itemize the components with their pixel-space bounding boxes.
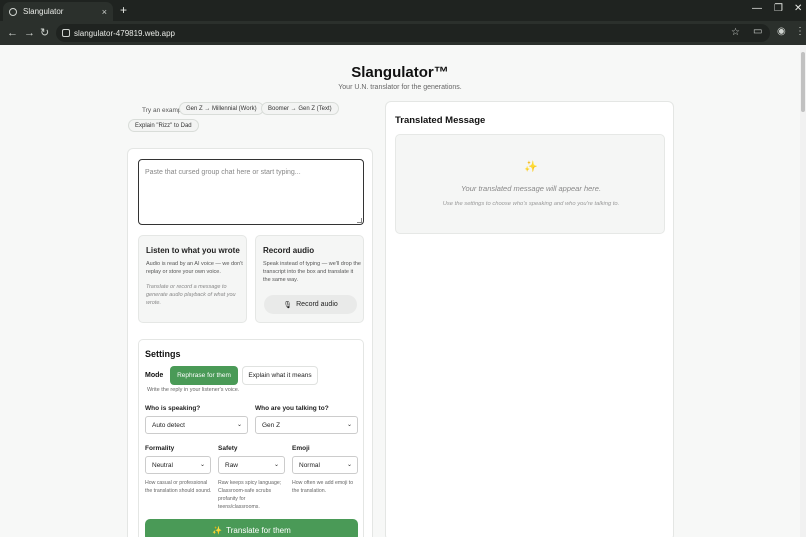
page-viewport: Slangulator™ Your U.N. translator for th… xyxy=(0,45,806,537)
record-body: Speak instead of typing — we'll drop the… xyxy=(263,261,361,283)
url-text: slangulator-479819.web.app xyxy=(74,28,175,38)
formality-help: How casual or professional the translati… xyxy=(145,480,212,494)
chevron-down-icon: ⌄ xyxy=(236,422,242,428)
new-tab-button[interactable]: + xyxy=(120,3,127,17)
forward-icon[interactable]: → xyxy=(24,26,35,40)
formality-select-value: Neutral xyxy=(152,461,173,469)
page-subtitle: Your U.N. translator for the generations… xyxy=(338,84,462,91)
scrollbar-thumb[interactable] xyxy=(801,52,805,112)
translate-button-label: Translate for them xyxy=(226,525,291,535)
example-chip-genz-millennial[interactable]: Gen Z → Millennial (Work) xyxy=(179,102,264,115)
page-title: Slangulator™ xyxy=(351,64,449,81)
safety-select-value: Raw xyxy=(225,461,239,469)
cast-icon[interactable]: ▭ xyxy=(753,26,762,37)
browser-tab[interactable]: Slangulator × xyxy=(3,2,113,21)
settings-title: Settings xyxy=(145,349,181,359)
microphone-icon: 🎙 xyxy=(283,301,293,309)
mode-rephrase-button[interactable]: Rephrase for them xyxy=(170,366,238,385)
emoji-select-value: Normal xyxy=(299,461,320,469)
mode-explain-button[interactable]: Explain what it means xyxy=(242,366,318,385)
address-bar-row: ← → ↻ slangulator-479819.web.app ☆ ▭ ◉ ⋮ xyxy=(0,21,806,45)
mode-help: Write the reply in your listener's voice… xyxy=(147,387,240,393)
chevron-down-icon: ⌄ xyxy=(273,462,279,468)
globe-icon xyxy=(9,7,17,16)
listener-label: Who are you talking to? xyxy=(255,405,329,412)
tab-title: Slangulator xyxy=(23,7,64,16)
record-title: Record audio xyxy=(263,246,315,255)
speaker-select-value: Auto detect xyxy=(152,421,185,429)
output-card: Translated Message ✨ Your translated mes… xyxy=(385,101,674,537)
chevron-down-icon: ⌄ xyxy=(346,462,352,468)
formality-select[interactable]: Neutral ⌄ xyxy=(145,456,211,474)
bookmark-star-icon[interactable]: ☆ xyxy=(731,27,740,38)
record-audio-label: Record audio xyxy=(296,301,338,308)
safety-label: Safety xyxy=(218,445,238,452)
safety-select[interactable]: Raw ⌄ xyxy=(218,456,285,474)
translate-button[interactable]: ✨ Translate for them xyxy=(145,519,358,537)
back-icon[interactable]: ← xyxy=(7,26,18,40)
message-input-placeholder: Paste that cursed group chat here or sta… xyxy=(145,169,301,176)
window-close-icon[interactable]: ✕ xyxy=(794,3,802,14)
site-info-icon[interactable] xyxy=(62,29,70,37)
chevron-down-icon: ⌄ xyxy=(199,462,205,468)
mode-label: Mode xyxy=(145,372,164,379)
emoji-label: Emoji xyxy=(292,445,310,452)
input-card: Paste that cursed group chat here or sta… xyxy=(127,148,373,537)
restore-icon[interactable]: ❐ xyxy=(774,3,783,14)
formality-label: Formality xyxy=(145,445,175,452)
settings-panel: Settings Mode Rephrase for them Explain … xyxy=(138,339,364,537)
tab-close-icon[interactable]: × xyxy=(102,7,107,17)
emoji-select[interactable]: Normal ⌄ xyxy=(292,456,358,474)
page-scrollbar[interactable] xyxy=(800,45,806,537)
listen-note: Translate or record a message to generat… xyxy=(146,284,236,306)
output-empty-hint: Use the settings to choose who's speakin… xyxy=(442,201,620,207)
chevron-down-icon: ⌄ xyxy=(346,422,352,428)
resize-handle[interactable] xyxy=(357,218,362,223)
output-title: Translated Message xyxy=(395,115,486,126)
url-bar[interactable]: slangulator-479819.web.app ☆ xyxy=(56,24,770,42)
listen-body: Audio is read by an AI voice — we don't … xyxy=(146,261,243,275)
sparkle-icon: ✨ xyxy=(212,525,223,535)
minimize-icon[interactable]: — xyxy=(752,3,762,14)
listen-title: Listen to what you wrote xyxy=(146,246,240,255)
speaker-label: Who is speaking? xyxy=(145,405,201,412)
message-input[interactable]: Paste that cursed group chat here or sta… xyxy=(138,159,364,225)
speaker-select[interactable]: Auto detect ⌄ xyxy=(145,416,248,434)
example-chip-rizz[interactable]: Explain "Rizz" to Dad xyxy=(128,119,199,132)
output-empty-message: Your translated message will appear here… xyxy=(460,184,602,193)
emoji-help: How often we add emoji to the translatio… xyxy=(292,480,354,494)
example-chip-boomer-genz[interactable]: Boomer → Gen Z (Text) xyxy=(261,102,339,115)
profile-icon[interactable]: ◉ xyxy=(777,26,786,37)
browser-tab-bar: Slangulator × + — ❐ ✕ xyxy=(0,0,806,21)
sparkle-icon: ✨ xyxy=(524,161,538,173)
listener-select-value: Gen Z xyxy=(262,421,281,429)
reload-icon[interactable]: ↻ xyxy=(40,26,49,40)
listen-card: Listen to what you wrote Audio is read b… xyxy=(138,235,247,323)
listener-select[interactable]: Gen Z ⌄ xyxy=(255,416,358,434)
record-audio-button[interactable]: 🎙 Record audio xyxy=(264,295,357,314)
record-card: Record audio Speak instead of typing — w… xyxy=(255,235,364,323)
safety-help: Raw keeps spicy language; Classroom-safe… xyxy=(218,480,282,510)
menu-icon[interactable]: ⋮ xyxy=(795,26,805,37)
output-area: ✨ Your translated message will appear he… xyxy=(395,134,665,234)
